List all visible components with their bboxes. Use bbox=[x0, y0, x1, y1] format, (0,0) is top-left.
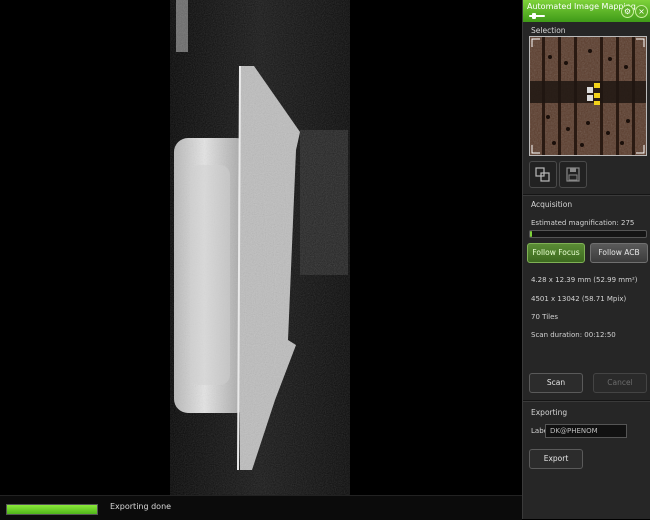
status-text: Exporting done bbox=[110, 502, 172, 511]
scan-area-text: 4.28 x 12.39 mm (52.99 mm²) bbox=[531, 276, 638, 284]
divider bbox=[523, 400, 650, 402]
close-icon[interactable]: × bbox=[635, 5, 648, 18]
sem-image-viewer[interactable] bbox=[0, 0, 522, 495]
gear-icon[interactable]: ⚙ bbox=[621, 5, 634, 18]
tiles-count-text: 70 Tiles bbox=[531, 313, 559, 321]
export-progress-fill bbox=[7, 505, 97, 514]
cancel-button[interactable]: Cancel bbox=[593, 373, 647, 393]
scan-button[interactable]: Scan bbox=[529, 373, 583, 393]
exporting-label: Exporting bbox=[531, 408, 568, 417]
scan-duration-text: Scan duration: 00:12:50 bbox=[531, 331, 616, 339]
panel-title: Automated Image Mapping bbox=[527, 2, 636, 11]
export-button[interactable]: Export bbox=[529, 449, 583, 469]
selection-label: Selection bbox=[531, 26, 566, 35]
panel-titlebar[interactable]: Automated Image Mapping ⚙ × bbox=[523, 0, 650, 22]
status-bar: Exporting done bbox=[0, 495, 522, 520]
export-progress-bar bbox=[6, 504, 98, 515]
acquisition-label: Acquisition bbox=[531, 200, 573, 209]
panel-resize-handle[interactable] bbox=[529, 13, 545, 19]
magnification-value: 275 bbox=[621, 219, 635, 227]
selection-overview-thumbnail[interactable] bbox=[529, 36, 647, 156]
magnification-slider-fill bbox=[530, 231, 533, 237]
sem-image bbox=[170, 0, 350, 495]
follow-focus-button[interactable]: Follow Focus bbox=[527, 243, 585, 263]
scan-pixels-text: 4501 x 13042 (58.71 Mpix) bbox=[531, 295, 627, 303]
follow-acb-button[interactable]: Follow ACB bbox=[590, 243, 648, 263]
image-mapping-panel: Automated Image Mapping ⚙ × Selection Ac… bbox=[522, 0, 650, 519]
magnification-slider[interactable] bbox=[529, 230, 647, 238]
stitch-tiles-icon[interactable] bbox=[529, 161, 557, 188]
magnification-label: Estimated magnification: bbox=[531, 219, 619, 227]
divider bbox=[523, 194, 650, 196]
save-icon[interactable] bbox=[559, 161, 587, 188]
label-input[interactable]: DK@PHENOM bbox=[545, 424, 627, 438]
